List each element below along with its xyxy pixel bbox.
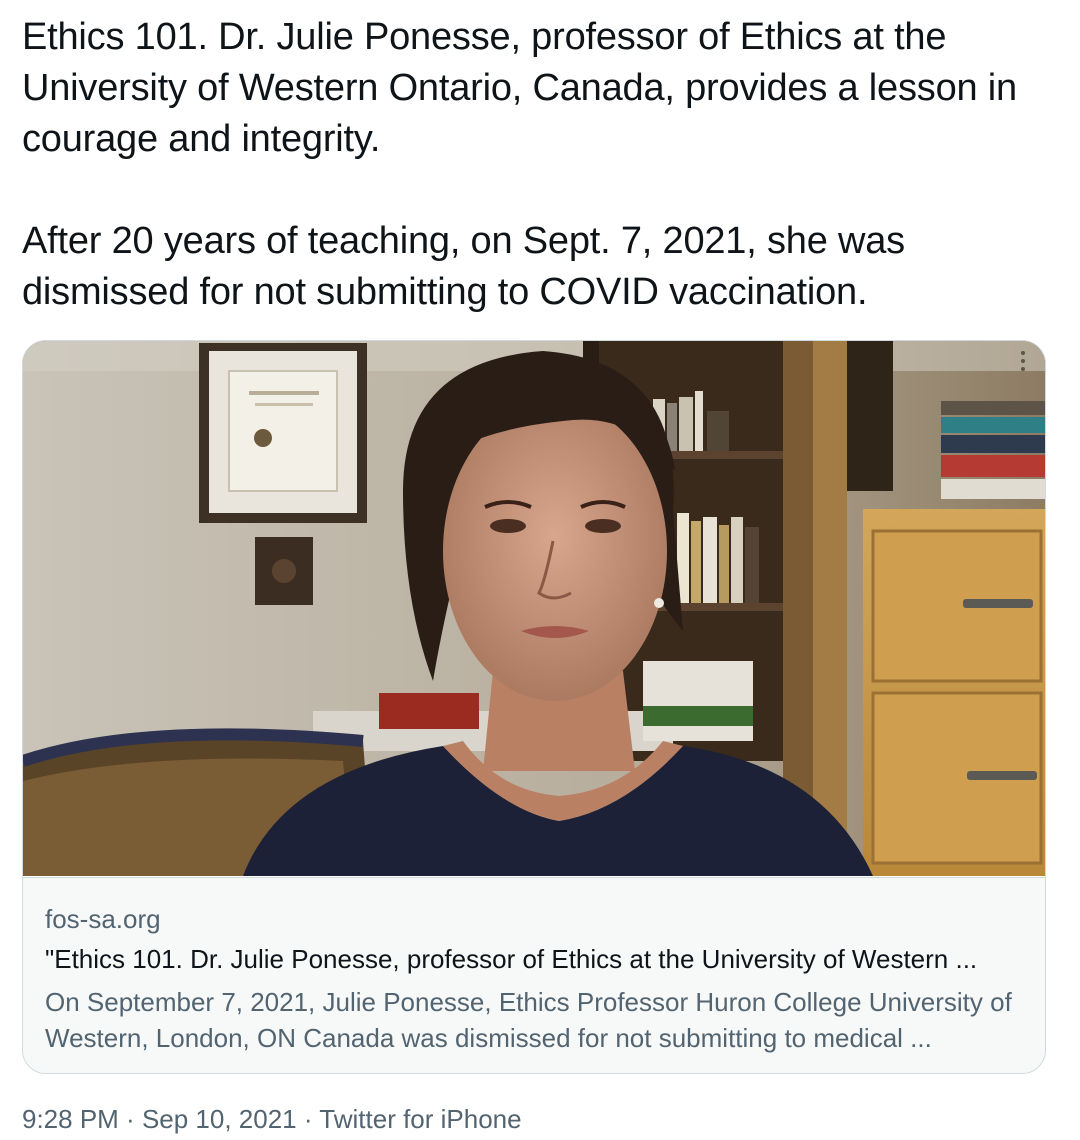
tweet-timestamp-bar: 9:28 PM · Sep 10, 2021 · Twitter for iPh…	[22, 1104, 522, 1135]
tweet-paragraph: Ethics 101. Dr. Julie Ponesse, professor…	[22, 16, 1017, 160]
separator-dot: ·	[118, 1104, 142, 1134]
card-description: On September 7, 2021, Julie Ponesse, Eth…	[45, 987, 1012, 1053]
tweet-text: Ethics 101. Dr. Julie Ponesse, professor…	[22, 12, 1062, 318]
card-thumbnail-image[interactable]	[23, 341, 1045, 876]
tweet-date-link[interactable]: Sep 10, 2021	[142, 1104, 297, 1134]
tweet-source-link[interactable]: Twitter for iPhone	[319, 1104, 521, 1134]
card-title: "Ethics 101. Dr. Julie Ponesse, professo…	[45, 944, 978, 974]
separator-dot: ·	[296, 1104, 320, 1134]
tweet-paragraph: After 20 years of teaching, on Sept. 7, …	[22, 220, 905, 313]
tweet-time-link[interactable]: 9:28 PM	[22, 1104, 119, 1134]
card-meta[interactable]: fos-sa.org "Ethics 101. Dr. Julie Poness…	[23, 877, 1045, 1073]
card-domain: fos-sa.org	[45, 904, 161, 934]
link-preview-card[interactable]: fos-sa.org "Ethics 101. Dr. Julie Poness…	[22, 340, 1046, 1074]
